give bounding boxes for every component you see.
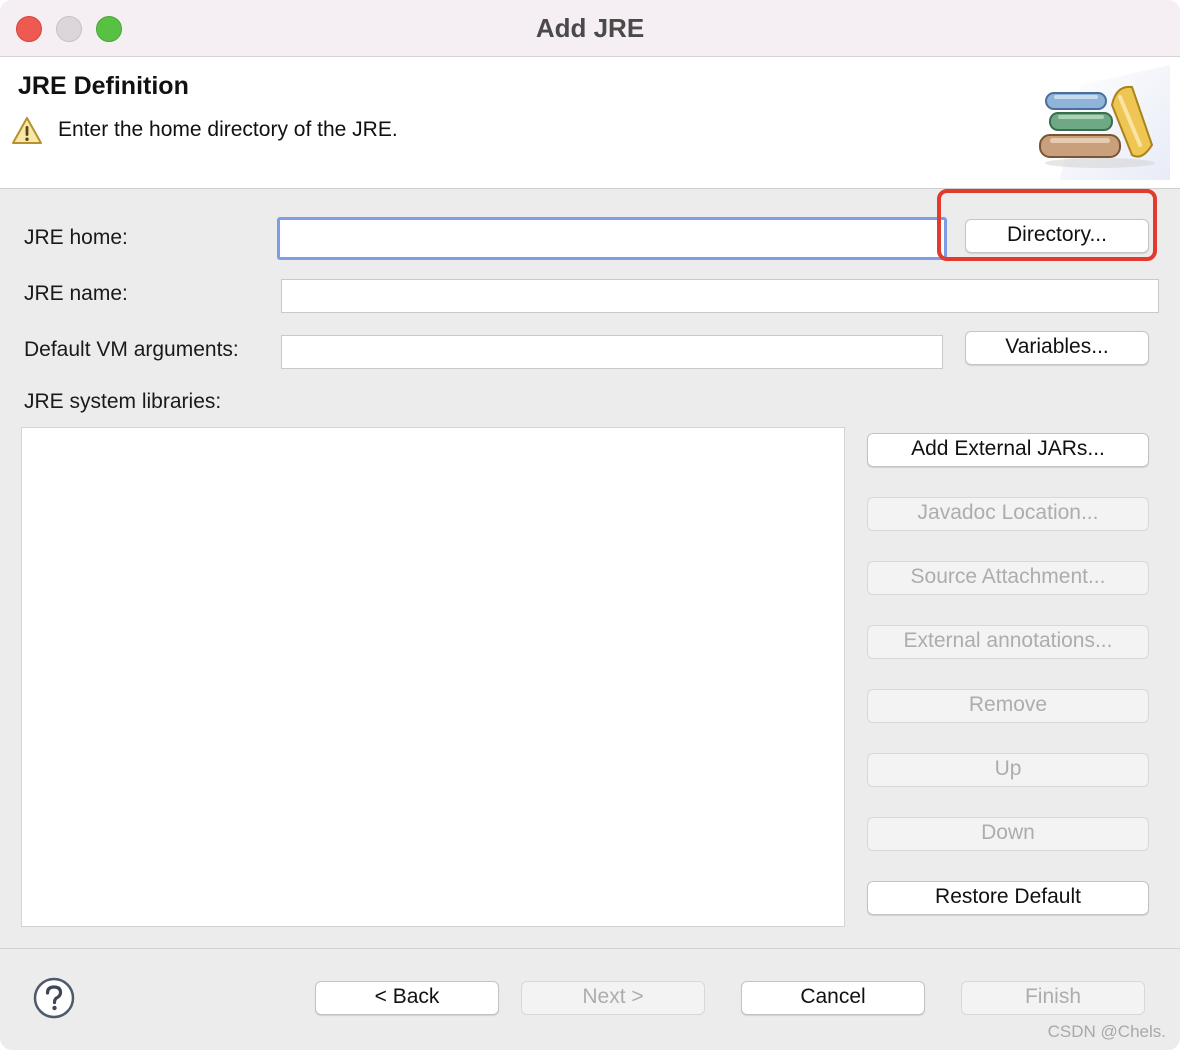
up-button[interactable]: Up — [867, 753, 1149, 787]
external-annotations-button[interactable]: External annotations... — [867, 625, 1149, 659]
down-button[interactable]: Down — [867, 817, 1149, 851]
add-jre-dialog: Add JRE JRE Definition Enter the home di… — [0, 0, 1180, 1050]
help-icon[interactable] — [33, 977, 75, 1019]
remove-button[interactable]: Remove — [867, 689, 1149, 723]
restore-default-button[interactable]: Restore Default — [867, 881, 1149, 915]
window-title: Add JRE — [535, 13, 645, 43]
vm-args-label: Default VM arguments: — [24, 338, 239, 361]
libraries-label: JRE system libraries: — [24, 390, 222, 413]
page-message: Enter the home directory of the JRE. — [58, 118, 398, 141]
source-attachment-button[interactable]: Source Attachment... — [867, 561, 1149, 595]
next-button[interactable]: Next > — [521, 981, 705, 1015]
page-title: JRE Definition — [18, 72, 189, 100]
jre-name-label: JRE name: — [24, 282, 128, 305]
libraries-list[interactable] — [21, 427, 845, 927]
watermark: CSDN @Chels. — [1047, 1022, 1166, 1041]
javadoc-location-button[interactable]: Javadoc Location... — [867, 497, 1149, 531]
jre-home-input[interactable] — [277, 217, 947, 260]
jre-home-label: JRE home: — [24, 226, 128, 249]
finish-button[interactable]: Finish — [961, 981, 1145, 1015]
books-icon — [1039, 65, 1170, 180]
add-external-jars-button[interactable]: Add External JARs... — [867, 433, 1149, 467]
warning-icon — [12, 117, 42, 144]
variables-button[interactable]: Variables... — [965, 331, 1149, 365]
back-button[interactable]: < Back — [315, 981, 499, 1015]
title-bar: Add JRE — [0, 0, 1180, 57]
footer-divider — [0, 948, 1180, 949]
wizard-header: JRE Definition Enter the home directory … — [0, 57, 1180, 189]
jre-name-input[interactable] — [281, 279, 1159, 313]
vm-args-input[interactable] — [281, 335, 943, 369]
directory-button-highlight — [937, 189, 1157, 261]
cancel-button[interactable]: Cancel — [741, 981, 925, 1015]
